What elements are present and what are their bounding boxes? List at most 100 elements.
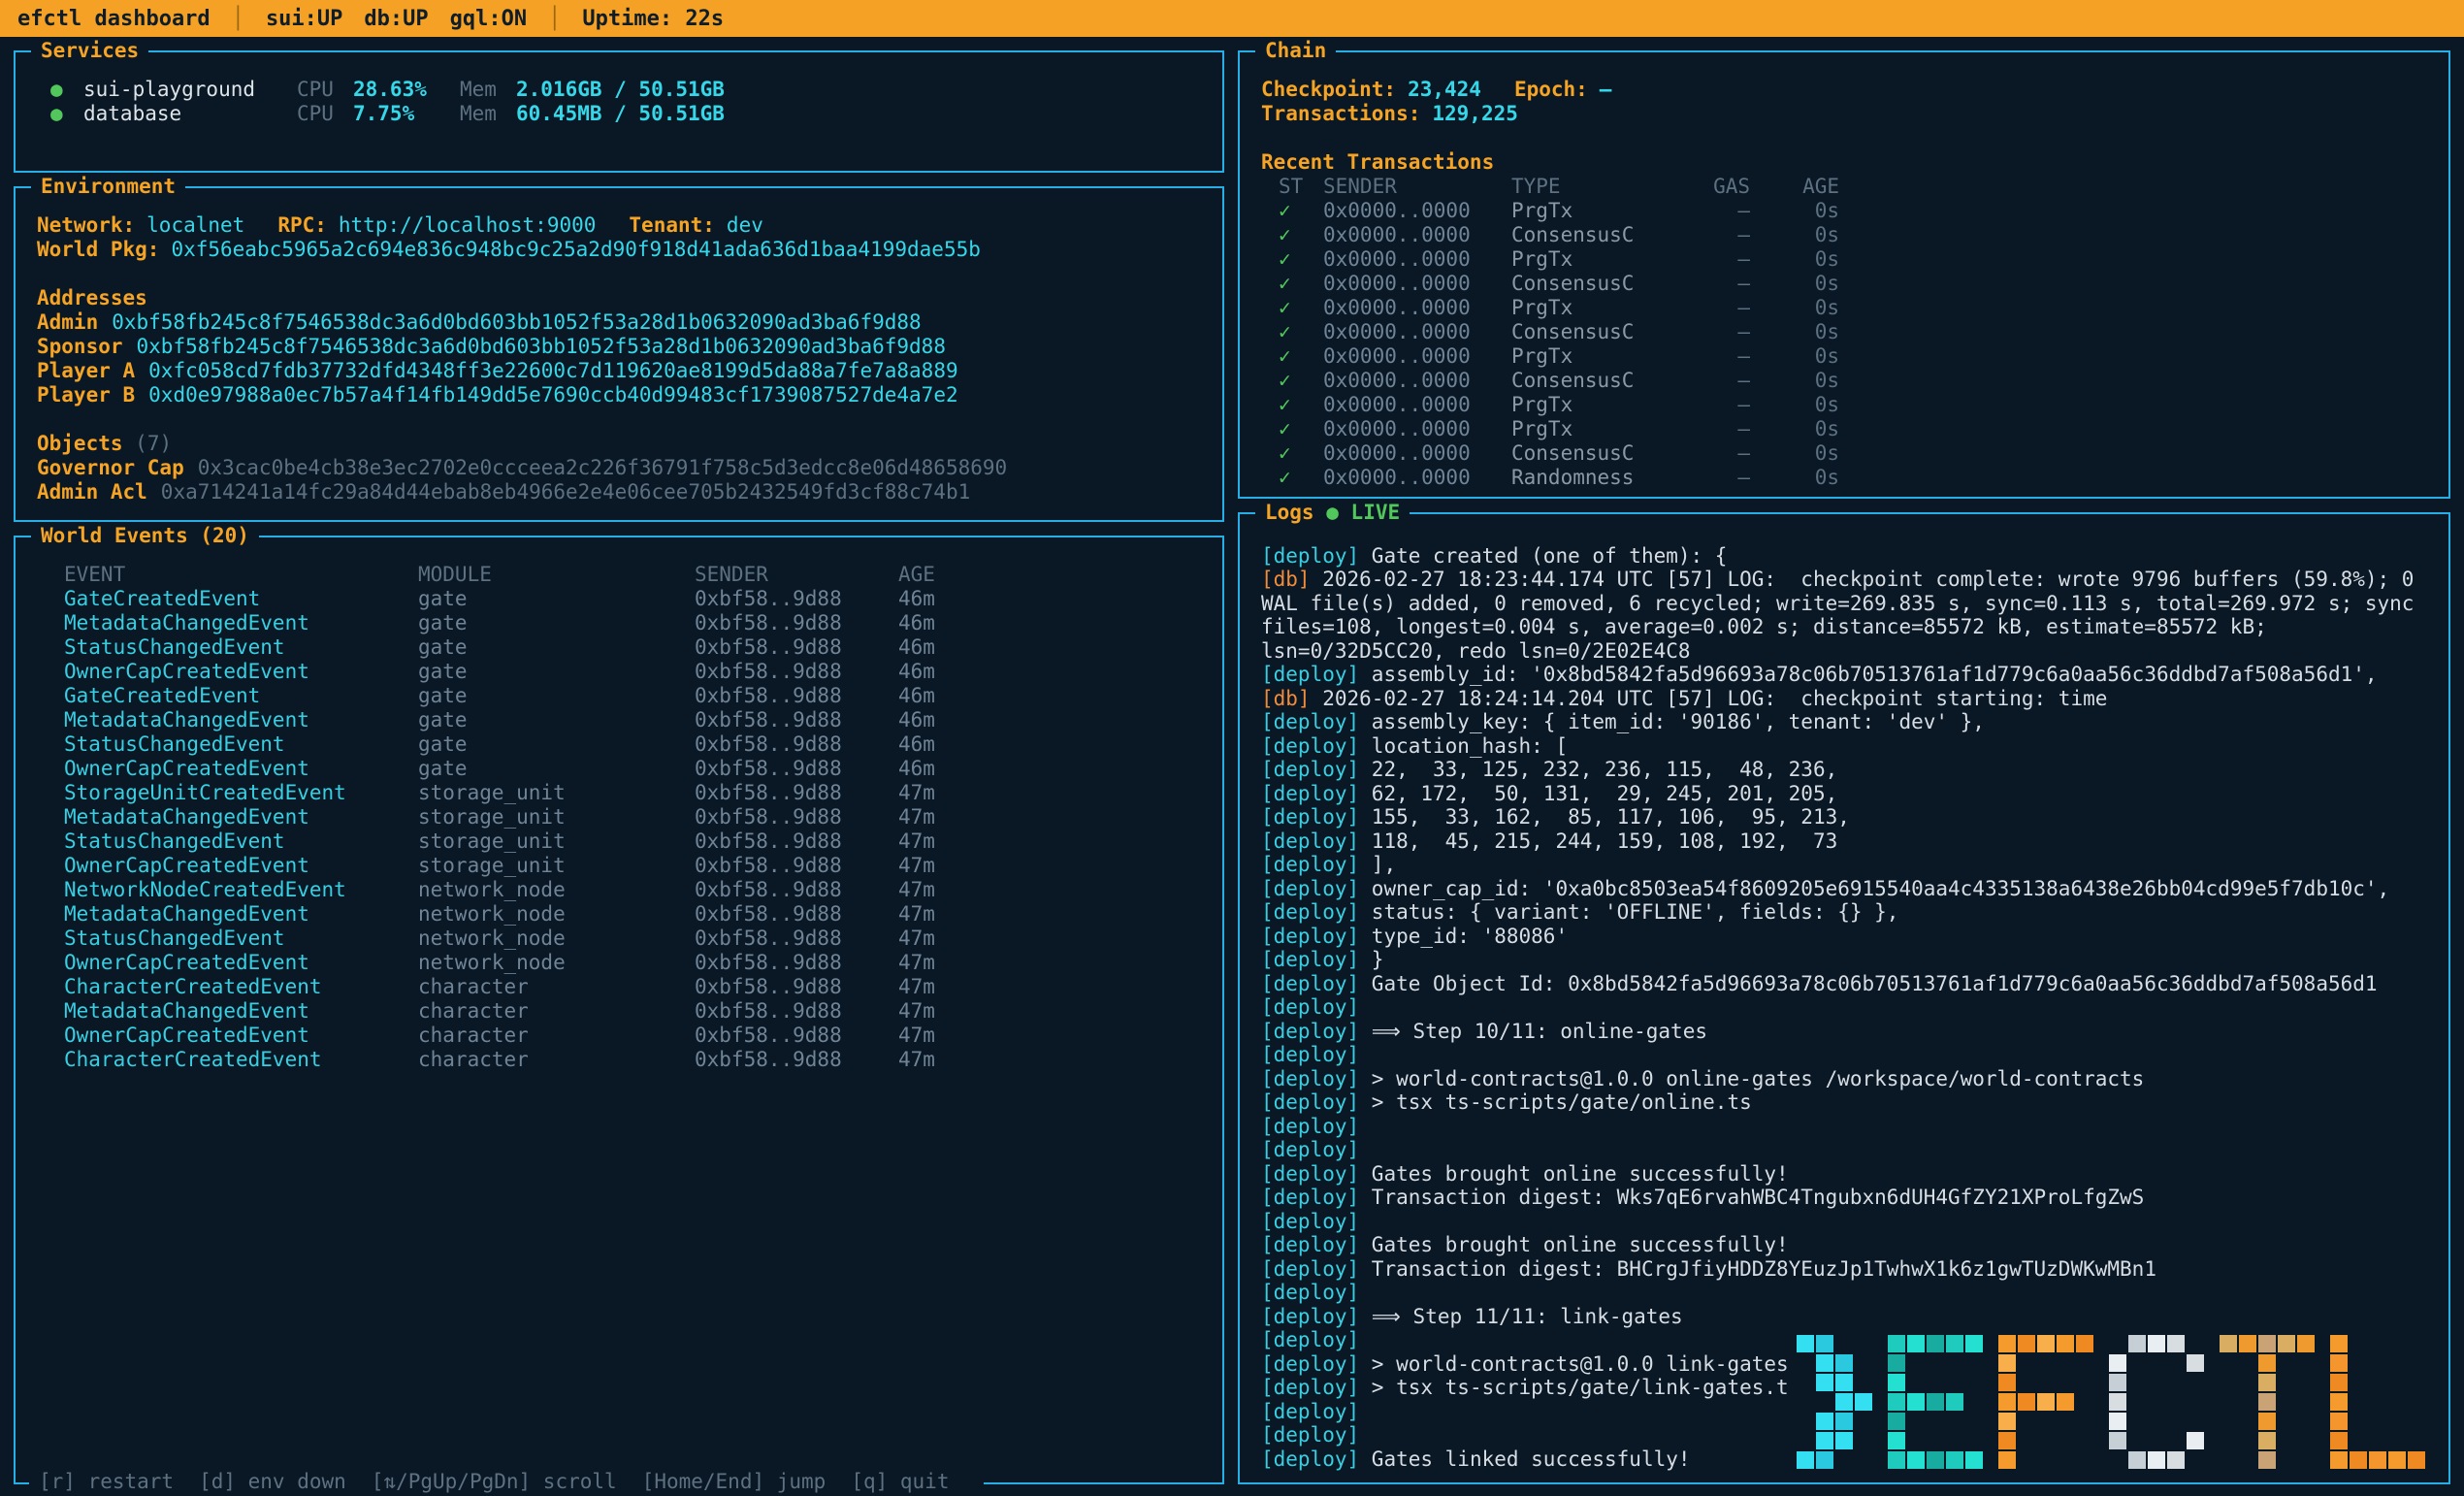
- logo-pixel: [1816, 1432, 1833, 1449]
- logo-pixel: [2350, 1335, 2367, 1352]
- tx-status-icon: ✓: [1279, 344, 1323, 369]
- event-row: MetadataChangedEventcharacter0xbf58..9d8…: [37, 999, 1201, 1024]
- logo-pixel: [1998, 1335, 2016, 1352]
- col-header-sender: SENDER: [695, 563, 898, 587]
- logo-pixel: [2220, 1393, 2237, 1411]
- logo-pixel: [1797, 1374, 1814, 1391]
- event-age: 47m: [898, 999, 976, 1024]
- logo-pixel: [2239, 1374, 2256, 1391]
- log-text: ⟹ Step 11/11: link-gates: [1359, 1305, 1683, 1328]
- event-module: network_node: [418, 878, 695, 902]
- tx-age: 0s: [1750, 466, 1839, 490]
- logo-pixel: [2128, 1393, 2146, 1411]
- log-text: Transaction digest: Wks7qE6rvahWBC4Tngub…: [1359, 1186, 2144, 1209]
- logo-pixel: [2076, 1374, 2093, 1391]
- log-text: Gates linked successfully!: [1359, 1447, 1690, 1471]
- log-line: [deploy] }: [1261, 948, 2427, 972]
- events-rows[interactable]: GateCreatedEventgate0xbf58..9d8846mMetad…: [37, 587, 1201, 1072]
- event-sender: 0xbf58..9d88: [695, 805, 898, 829]
- event-row: StatusChangedEventnetwork_node0xbf58..9d…: [37, 927, 1201, 951]
- world-pkg-value: 0xf56eabc5965a2c694e836c948bc9c25a2d90f9…: [171, 238, 980, 261]
- logo-pixel: [2278, 1393, 2295, 1411]
- logo-pixel: [2239, 1432, 2256, 1449]
- logo-pixel: [2037, 1335, 2055, 1352]
- log-tag: [deploy]: [1261, 925, 1359, 948]
- topbar-separator: │: [548, 7, 561, 31]
- logo-pixel: [2388, 1393, 2406, 1411]
- log-text: 155, 33, 162, 85, 117, 106, 95, 213,: [1359, 805, 1850, 829]
- logo-pixel: [2220, 1354, 2237, 1372]
- logo-pixel: [2037, 1374, 2055, 1391]
- tx-sender: 0x0000..0000: [1323, 247, 1511, 272]
- log-tag: [deploy]: [1261, 853, 1359, 876]
- logo-pixel: [2187, 1374, 2204, 1391]
- event-row: NetworkNodeCreatedEventnetwork_node0xbf5…: [37, 878, 1201, 902]
- logo-pixel: [1855, 1432, 1872, 1449]
- logo-pixel: [1927, 1354, 1944, 1372]
- tx-row: ✓0x0000..0000ConsensusC–0s: [1261, 320, 2427, 344]
- logo-pixel: [2076, 1354, 2093, 1372]
- event-age: 46m: [898, 635, 976, 660]
- logo-pixel: [2330, 1432, 2348, 1449]
- log-text: 22, 33, 125, 232, 236, 115, 48, 236,: [1359, 758, 1837, 781]
- topbar: efctl dashboard │ sui:UP db:UP gql:ON │ …: [0, 0, 2464, 37]
- db-status: db:UP: [364, 7, 428, 31]
- address-row: Sponsor0xbf58fb245c8f7546538dc3a6d0bd603…: [37, 335, 1201, 359]
- log-tag: [deploy]: [1261, 972, 1359, 995]
- log-line: [deploy] 155, 33, 162, 85, 117, 106, 95,…: [1261, 805, 2427, 829]
- event-name: MetadataChangedEvent: [64, 611, 418, 635]
- logo-pixel: [2278, 1335, 2295, 1352]
- tx-gas: –: [1674, 393, 1750, 417]
- epoch-value: –: [1600, 78, 1612, 101]
- logo-pixel: [2220, 1413, 2237, 1430]
- event-sender: 0xbf58..9d88: [695, 999, 898, 1024]
- logo-pixel: [2148, 1413, 2165, 1430]
- spacer: [37, 262, 1201, 286]
- event-row: CharacterCreatedEventcharacter0xbf58..9d…: [37, 975, 1201, 999]
- log-text: 62, 172, 50, 131, 29, 245, 201, 205,: [1359, 782, 1837, 805]
- event-sender: 0xbf58..9d88: [695, 854, 898, 878]
- logo-pixel: [2258, 1374, 2276, 1391]
- tx-type: PrgTx: [1511, 247, 1674, 272]
- world-pkg-label: World Pkg:: [37, 238, 159, 261]
- logo-pixel: [1927, 1413, 1944, 1430]
- spacer: [1261, 126, 2427, 150]
- logo-pixel: [2128, 1432, 2146, 1449]
- world-events-title: World Events (20): [41, 524, 249, 547]
- tx-sender: 0x0000..0000: [1323, 344, 1511, 369]
- logo-pixel: [2187, 1451, 2204, 1469]
- tx-sender: 0x0000..0000: [1323, 223, 1511, 247]
- event-age: 46m: [898, 611, 976, 635]
- log-text: [1359, 1328, 1372, 1351]
- event-age: 47m: [898, 805, 976, 829]
- event-module: network_node: [418, 902, 695, 927]
- event-age: 47m: [898, 878, 976, 902]
- tx-type: PrgTx: [1511, 417, 1674, 441]
- services-panel: Services ●sui-playgroundCPU28.63%Mem2.01…: [14, 50, 1224, 173]
- log-text: [1359, 1043, 1372, 1066]
- logo-pixel: [1816, 1354, 1833, 1372]
- logo-pixel: [2057, 1413, 2074, 1430]
- log-line: [deploy] ],: [1261, 853, 2427, 877]
- logo-pixel: [1965, 1393, 1983, 1411]
- tx-gas: –: [1674, 344, 1750, 369]
- logo-pixel: [1965, 1354, 1983, 1372]
- logo-pixel: [2369, 1354, 2386, 1372]
- logo-pixel: [2330, 1451, 2348, 1469]
- tx-row: ✓0x0000..0000ConsensusC–0s: [1261, 441, 2427, 466]
- logo-pixel: [1965, 1413, 1983, 1430]
- logo-pixel: [2297, 1354, 2315, 1372]
- logo-pixel: [2148, 1335, 2165, 1352]
- hotkey-hint: [d] env down: [199, 1470, 346, 1493]
- services-panel-title: Services: [31, 39, 148, 63]
- log-line: [deploy] 22, 33, 125, 232, 236, 115, 48,…: [1261, 758, 2427, 782]
- logo-pixel: [1835, 1393, 1853, 1411]
- logo-pixel: [2037, 1393, 2055, 1411]
- event-name: StatusChangedEvent: [64, 635, 418, 660]
- log-text: Gates brought online successfully!: [1359, 1233, 1789, 1256]
- logo-pixel: [2297, 1432, 2315, 1449]
- log-text: status: { variant: 'OFFLINE', fields: {}…: [1359, 900, 1898, 924]
- event-sender: 0xbf58..9d88: [695, 829, 898, 854]
- gql-status: gql:ON: [450, 7, 527, 31]
- tx-row: ✓0x0000..0000PrgTx–0s: [1261, 247, 2427, 272]
